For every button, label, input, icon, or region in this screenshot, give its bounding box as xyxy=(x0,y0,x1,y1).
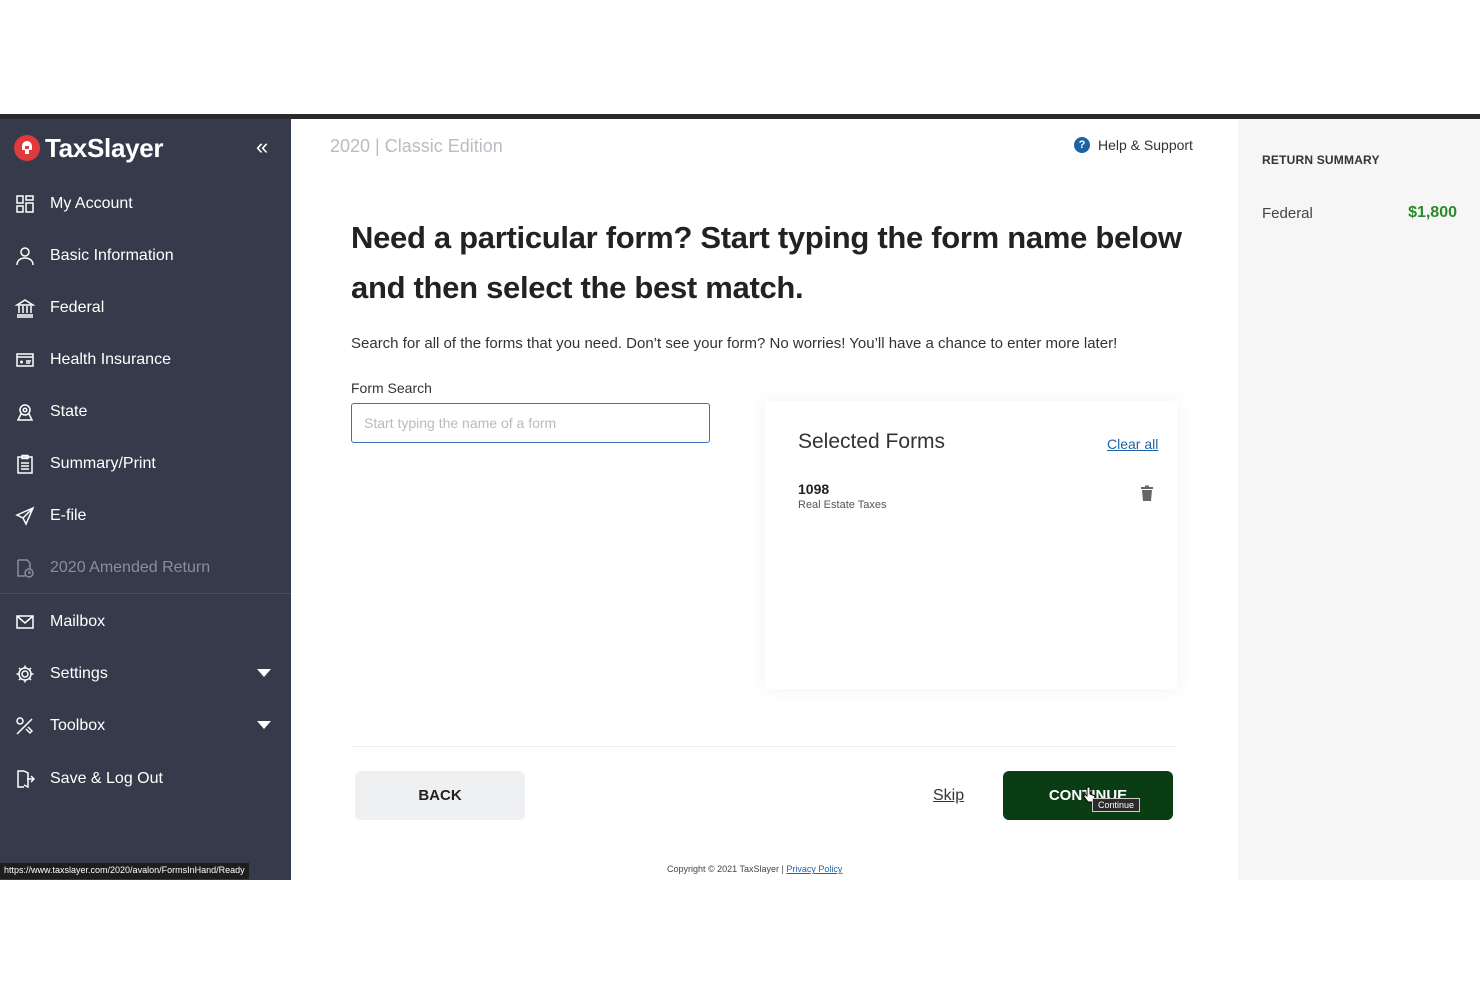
sidebar-item-amended-return: 2020 Amended Return xyxy=(0,543,291,593)
collapse-sidebar-icon[interactable]: « xyxy=(256,135,268,159)
trash-icon[interactable] xyxy=(1140,485,1154,506)
dashboard-icon xyxy=(14,193,36,215)
sidebar-item-state[interactable]: State xyxy=(0,387,291,437)
location-icon xyxy=(14,401,36,423)
privacy-policy-link[interactable]: Privacy Policy xyxy=(786,864,842,874)
sidebar-item-label: State xyxy=(50,403,88,420)
page-description: Search for all of the forms that you nee… xyxy=(351,335,1118,352)
question-icon: ? xyxy=(1074,137,1090,153)
sidebar-item-label: E-file xyxy=(50,507,87,524)
amended-doc-icon xyxy=(14,557,36,579)
selected-form-name: 1098 xyxy=(798,481,830,497)
sidebar-item-label: Settings xyxy=(50,665,108,682)
bank-icon xyxy=(14,297,36,319)
return-summary-title: RETURN SUMMARY xyxy=(1262,153,1380,167)
sidebar-item-e-file[interactable]: E-file xyxy=(0,491,291,541)
clipboard-icon xyxy=(14,453,36,475)
selected-forms-panel: Selected Forms Clear all 1098 Real Estat… xyxy=(765,401,1177,689)
sidebar: TaxSlayer « My Account Basic Information… xyxy=(0,119,291,880)
continue-tooltip: Continue xyxy=(1092,798,1141,812)
tools-icon xyxy=(14,715,36,737)
chevron-down-icon[interactable] xyxy=(257,669,271,677)
sidebar-item-label: My Account xyxy=(50,195,133,212)
sidebar-item-summary-print[interactable]: Summary/Print xyxy=(0,439,291,489)
federal-label: Federal xyxy=(1262,205,1313,222)
page-title: Need a particular form? Start typing the… xyxy=(351,220,1182,305)
user-icon xyxy=(14,245,36,267)
skip-link[interactable]: Skip xyxy=(933,787,964,805)
clear-all-link[interactable]: Clear all xyxy=(1107,436,1158,452)
sidebar-item-settings[interactable]: Settings xyxy=(0,649,291,699)
sidebar-item-label: Save & Log Out xyxy=(50,770,163,787)
sidebar-item-label: Summary/Print xyxy=(50,455,156,472)
selected-forms-title: Selected Forms xyxy=(798,430,946,453)
edition-label: 2020 | Classic Edition xyxy=(330,136,503,156)
sidebar-item-basic-information[interactable]: Basic Information xyxy=(0,231,291,281)
actions-divider xyxy=(351,746,1177,747)
taxslayer-helmet-icon xyxy=(14,135,40,161)
form-search-label: Form Search xyxy=(351,380,432,396)
sidebar-item-label: Mailbox xyxy=(50,613,106,630)
logout-icon xyxy=(14,768,36,790)
chevron-down-icon[interactable] xyxy=(257,721,271,729)
sidebar-item-label: Federal xyxy=(50,299,105,316)
selected-form-description: Real Estate Taxes xyxy=(798,499,887,511)
help-label: Help & Support xyxy=(1098,137,1193,153)
sidebar-item-mailbox[interactable]: Mailbox xyxy=(0,597,291,647)
mail-icon xyxy=(14,611,36,633)
footer-copyright: Copyright © 2021 TaxSlayer | Privacy Pol… xyxy=(667,864,842,874)
gear-icon xyxy=(14,663,36,685)
return-summary-panel: RETURN SUMMARY Federal $1,800 xyxy=(1238,119,1480,880)
sidebar-item-save-log-out[interactable]: Save & Log Out xyxy=(0,754,291,804)
health-card-icon xyxy=(14,349,36,371)
sidebar-item-toolbox[interactable]: Toolbox xyxy=(0,701,291,751)
send-icon xyxy=(14,505,36,527)
sidebar-item-label: 2020 Amended Return xyxy=(50,559,211,576)
sidebar-item-my-account[interactable]: My Account xyxy=(0,179,291,229)
sidebar-divider xyxy=(0,593,291,594)
back-button[interactable]: BACK xyxy=(355,771,525,820)
federal-refund-amount: $1,800 xyxy=(1408,204,1457,221)
sidebar-item-label: Toolbox xyxy=(50,717,106,734)
sidebar-item-label: Basic Information xyxy=(50,247,174,264)
copyright-text: Copyright © 2021 TaxSlayer | xyxy=(667,864,787,874)
status-url: https://www.taxslayer.com/2020/avalon/Fo… xyxy=(0,863,249,879)
brand-name: TaxSlayer xyxy=(45,132,164,163)
brand-logo[interactable]: TaxSlayer xyxy=(14,131,164,165)
sidebar-item-label: Health Insurance xyxy=(50,351,171,368)
app-window: TaxSlayer « My Account Basic Information… xyxy=(0,114,1480,880)
sidebar-item-health-insurance[interactable]: Health Insurance xyxy=(0,335,291,385)
main-content: 2020 | Classic Edition ? Help & Support … xyxy=(291,119,1238,880)
help-support-link[interactable]: ? Help & Support xyxy=(1074,137,1193,153)
form-search-input[interactable] xyxy=(351,403,710,443)
sidebar-item-federal[interactable]: Federal xyxy=(0,283,291,333)
